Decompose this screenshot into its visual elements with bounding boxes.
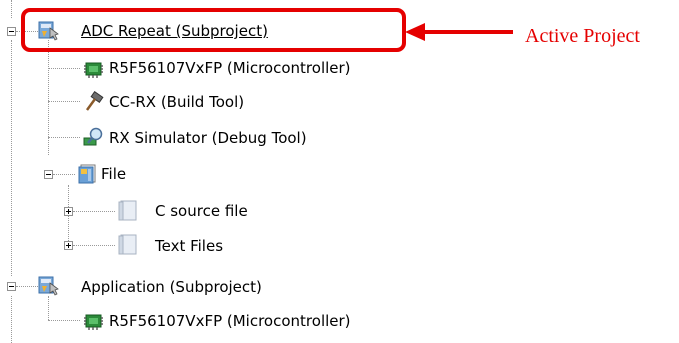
tree-connector [48,320,80,321]
tree-connector [16,286,38,287]
collapse-toggle[interactable] [44,170,53,179]
collapse-toggle[interactable] [7,282,16,291]
tree-item-label[interactable]: R5F56107VxFP (Microcontroller) [109,59,351,77]
hammer-icon [83,91,105,113]
tree-item-label[interactable]: CC-RX (Build Tool) [109,93,244,111]
tree-connector [48,137,80,138]
tree-connector [73,211,115,212]
tree-item-label[interactable]: RX Simulator (Debug Tool) [109,129,307,147]
tree-connector [11,40,12,276]
tree-connector [48,68,80,69]
subproject-icon [38,274,60,296]
active-project-highlight [21,8,406,52]
tree-connector [48,296,49,320]
expand-toggle[interactable] [64,207,73,216]
tree-item-label[interactable]: Application (Subproject) [81,278,262,296]
tree-item-label[interactable]: R5F56107VxFP (Microcontroller) [109,312,351,330]
magnifier-icon [82,126,104,148]
active-project-callout: Active Project [525,25,640,47]
folder-category-icon [117,199,139,221]
chip-icon [82,310,104,332]
tree-connector [73,245,115,246]
folder-icon [77,162,99,184]
collapse-toggle[interactable] [7,27,16,36]
tree-connector [53,174,75,175]
callout-arrow-icon [405,23,513,41]
tree-item-label[interactable]: File [101,165,126,183]
folder-category-icon [117,233,139,255]
tree-connector [11,0,12,18]
tree-connector [48,101,80,102]
expand-toggle[interactable] [64,241,73,250]
tree-connector [11,296,12,343]
tree-item-label[interactable]: Text Files [155,237,223,255]
chip-icon [82,58,104,80]
tree-item-label[interactable]: C source file [155,202,248,220]
